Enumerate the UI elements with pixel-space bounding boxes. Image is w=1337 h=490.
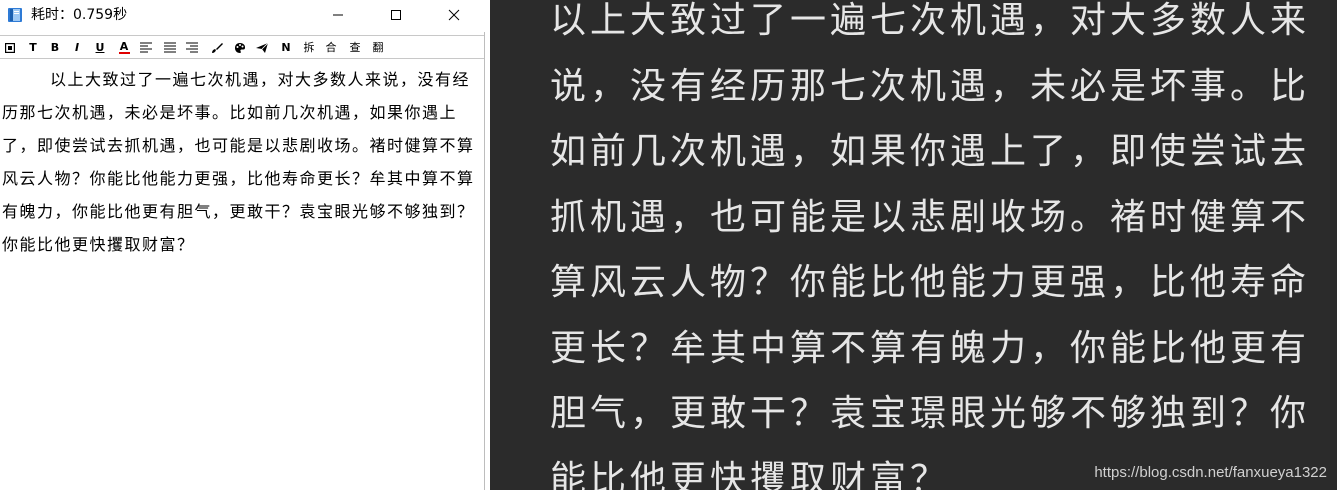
underline-icon[interactable]: U [91,39,109,56]
brush-icon[interactable] [208,39,226,56]
italic-icon[interactable]: I [68,39,86,56]
screenshot-root: 耗时：0.759秒 T B I U A N 拆 合 查 翻 以上大致过了一遍七次… [0,0,1337,490]
bold-icon[interactable]: B [46,39,64,56]
lookup-button[interactable]: 查 [346,39,364,56]
ocr-result-window: 耗时：0.759秒 T B I U A N 拆 合 查 翻 以上大致过了一遍七次… [0,0,485,490]
n-icon[interactable]: N [277,39,295,56]
source-image-panel: 以上大致过了一遍七次机遇，对大多数人来说，没有经历那七次机遇，未必是坏事。比如前… [490,0,1337,490]
close-button[interactable] [425,0,483,30]
minimize-button[interactable] [309,0,367,30]
translate-button[interactable]: 翻 [369,39,387,56]
format-toolbar: T B I U A N 拆 合 查 翻 [0,35,484,59]
recognized-text[interactable]: 以上大致过了一遍七次机遇，对大多数人来说，没有经历那七次机遇，未必是坏事。比如前… [2,64,484,262]
window-title: 耗时：0.759秒 [31,7,128,23]
text-t-icon[interactable]: T [24,39,42,56]
align-left-icon[interactable] [137,39,155,56]
merge-button[interactable]: 合 [322,39,340,56]
close-icon [448,6,460,25]
maximize-icon [390,6,402,25]
watermark: https://blog.csdn.net/fanxueya1322 [1094,464,1327,481]
send-icon[interactable] [253,39,271,56]
palette-icon[interactable] [231,39,249,56]
book-icon [7,7,23,23]
title-bar[interactable]: 耗时：0.759秒 [0,0,485,32]
split-button[interactable]: 拆 [300,39,318,56]
maximize-button[interactable] [367,0,425,30]
font-color-icon[interactable]: A [115,39,133,56]
stop-icon[interactable] [1,39,19,56]
minimize-icon [332,6,344,25]
source-text: 以上大致过了一遍七次机遇，对大多数人来说，没有经历那七次机遇，未必是坏事。比如前… [550,0,1311,490]
align-justify-icon[interactable] [161,39,179,56]
align-right-icon[interactable] [183,39,201,56]
font-color-bar [118,52,130,54]
